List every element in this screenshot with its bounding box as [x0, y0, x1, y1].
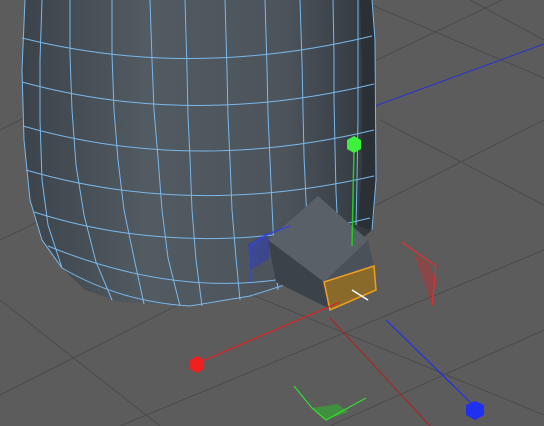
x-axis-line[interactable]: [199, 301, 341, 363]
viewport-canvas[interactable]: [0, 0, 544, 426]
z-axis-line[interactable]: [385, 319, 473, 405]
3d-viewport[interactable]: [0, 0, 544, 426]
xy-plane-handle[interactable]: [401, 241, 437, 307]
blue-hexagon-handle[interactable]: [466, 401, 484, 420]
red-hexagon-handle[interactable]: [190, 356, 204, 373]
blue-axis-grid-line: [374, 43, 544, 107]
